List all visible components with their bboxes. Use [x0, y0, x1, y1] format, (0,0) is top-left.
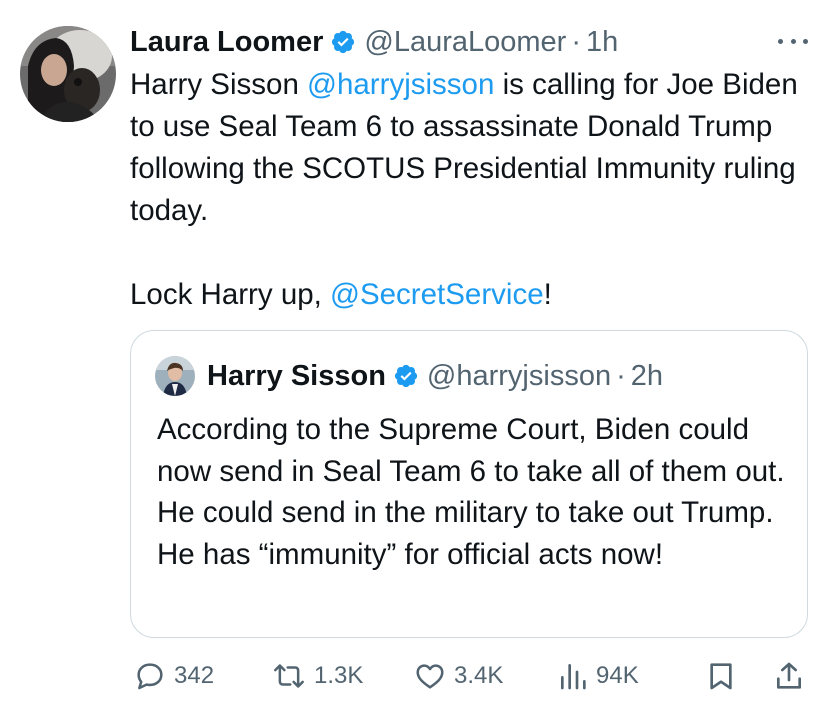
share-icon	[774, 660, 804, 692]
repost-button[interactable]: 1.3K	[272, 654, 363, 698]
quote-text: According to the Supreme Court, Biden co…	[157, 413, 785, 571]
timestamp[interactable]: 1h	[586, 26, 618, 59]
tweet-paragraph-1: Harry Sisson @harryjsisson is calling fo…	[130, 64, 810, 232]
mention-link[interactable]: @SecretService	[330, 278, 544, 311]
quote-timestamp[interactable]: 2h	[631, 360, 663, 393]
like-button[interactable]: 3.4K	[414, 654, 503, 698]
repost-count: 1.3K	[314, 662, 364, 689]
tweet-text: Harry Sisson @harryjsisson is calling fo…	[130, 64, 810, 316]
separator-dot: ·	[616, 359, 626, 392]
views-icon	[558, 660, 588, 692]
separator-dot: ·	[571, 25, 581, 58]
heart-icon	[414, 660, 446, 692]
views-count: 94K	[596, 662, 639, 689]
verified-badge-icon	[393, 363, 419, 389]
like-count: 3.4K	[454, 662, 504, 689]
author-name[interactable]: Laura Loomer	[130, 26, 323, 59]
quote-header: Harry Sisson @harryjsisson · 2h	[155, 356, 663, 396]
mention-link[interactable]: @harryjsisson	[307, 68, 494, 101]
quote-tweet[interactable]: Harry Sisson @harryjsisson · 2h Accordin…	[130, 330, 808, 638]
quote-author-name[interactable]: Harry Sisson	[207, 360, 386, 393]
action-bar: 342 1.3K 3.4K 94K	[130, 654, 810, 698]
bookmark-button[interactable]	[706, 654, 736, 698]
quote-avatar[interactable]	[155, 356, 195, 396]
avatar[interactable]	[20, 26, 116, 122]
tweet-text-part: Harry Sisson	[130, 68, 308, 101]
quote-author-handle[interactable]: @harryjsisson	[427, 360, 611, 393]
repost-icon	[272, 660, 306, 692]
reply-button[interactable]: 342	[134, 654, 214, 698]
more-icon[interactable]	[778, 30, 808, 52]
tweet-text-part: !	[543, 278, 552, 311]
tweet-header: Laura Loomer @LauraLoomer · 1h	[130, 22, 618, 62]
tweet-paragraph-2: Lock Harry up, @SecretService!	[130, 274, 810, 316]
author-handle[interactable]: @LauraLoomer	[364, 26, 566, 59]
verified-badge-icon	[330, 29, 356, 55]
share-button[interactable]	[774, 654, 804, 698]
views-button[interactable]: 94K	[558, 654, 639, 698]
bookmark-icon	[706, 660, 736, 692]
tweet-text-part: Lock Harry up,	[130, 278, 331, 311]
reply-count: 342	[174, 662, 215, 689]
reply-icon	[134, 660, 166, 692]
